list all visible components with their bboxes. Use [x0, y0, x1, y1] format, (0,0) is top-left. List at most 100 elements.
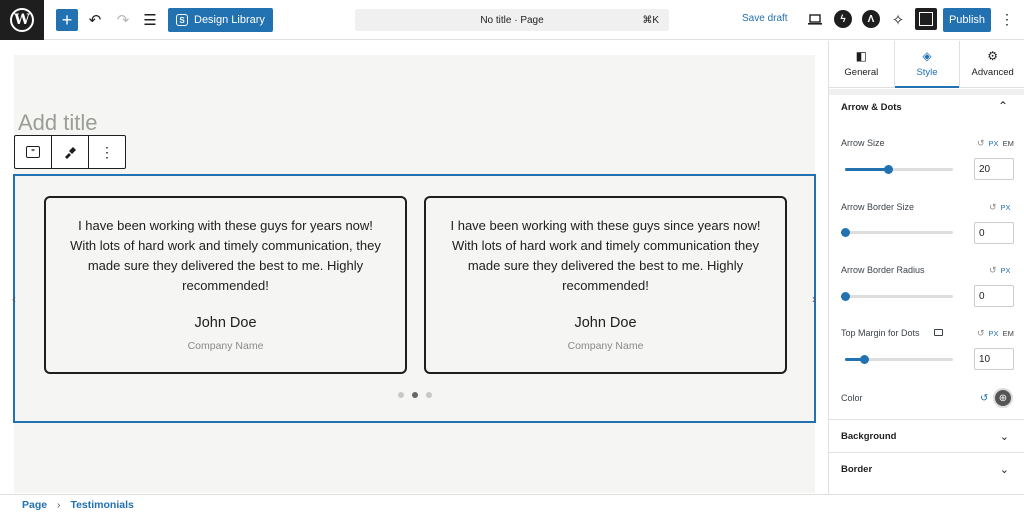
wordpress-icon: W	[10, 8, 34, 32]
arrow-border-radius-input[interactable]: 0	[974, 285, 1014, 307]
post-title-input[interactable]: Add title	[18, 110, 98, 136]
tab-advanced[interactable]: ⚙ Advanced	[960, 41, 1024, 87]
unit-em[interactable]: EM	[1003, 139, 1014, 148]
block-options-button[interactable]: ⋮	[89, 136, 125, 168]
panel-background[interactable]: Background ⌄	[829, 419, 1024, 452]
options-menu-icon[interactable]: ⋮	[1000, 11, 1014, 28]
design-library-label: Design Library	[194, 14, 265, 26]
block-type-button[interactable]: "	[15, 136, 52, 168]
arrow-border-size-slider[interactable]	[841, 228, 953, 237]
slider-thumb[interactable]	[884, 165, 894, 174]
unit-selector[interactable]: ↺ PX EM	[977, 138, 1014, 149]
ai-assistant-button[interactable]: ✧	[887, 9, 909, 31]
testimonial-card: I have been working with these guys sinc…	[424, 196, 787, 374]
slider-thumb[interactable]	[860, 355, 870, 364]
slider-dot[interactable]	[397, 392, 404, 398]
top-margin-dots-input[interactable]: 10	[974, 348, 1014, 370]
breadcrumb-separator: ›	[57, 499, 61, 511]
settings-sidebar: ◧ General ◈ Style ⚙ Advanced Arrow & Dot…	[828, 41, 1024, 494]
unit-px[interactable]: PX	[1001, 203, 1011, 212]
section-title-arrow-dots[interactable]: Arrow & Dots	[841, 102, 902, 113]
save-draft-button[interactable]: Save draft	[742, 13, 788, 24]
lightning-icon: ϟ	[840, 13, 846, 25]
testimonial-company: Company Name	[187, 340, 264, 352]
reset-icon[interactable]: ↺	[977, 328, 985, 339]
redo-icon: ↷	[116, 12, 130, 29]
panel-title: Border	[841, 463, 873, 475]
reset-icon[interactable]: ↺	[989, 265, 997, 276]
top-margin-dots-slider[interactable]	[845, 355, 953, 364]
tab-label: Advanced	[971, 67, 1014, 78]
design-library-icon: S	[176, 14, 188, 26]
chevron-down-icon: ⌄	[999, 463, 1009, 476]
arrow-border-size-input[interactable]: 0	[974, 222, 1014, 244]
arrow-size-input[interactable]: 20	[974, 158, 1014, 180]
brush-icon	[65, 147, 76, 159]
document-title-command-bar[interactable]: No title · Page ⌘K	[355, 9, 669, 31]
slider-dot-active[interactable]	[411, 392, 418, 398]
slider-thumb[interactable]	[841, 292, 850, 301]
tab-style[interactable]: ◈ Style	[893, 41, 961, 88]
tab-label: Style	[916, 67, 938, 78]
add-block-button[interactable]: +	[56, 9, 78, 31]
performance-plugin-button[interactable]: ϟ	[834, 10, 852, 28]
paint-bucket-icon: ◈	[922, 49, 932, 63]
testimonial-company: Company Name	[567, 340, 644, 352]
preview-button[interactable]	[804, 9, 826, 31]
reset-icon[interactable]: ↺	[977, 138, 985, 149]
redo-button[interactable]: ↷	[112, 9, 134, 31]
tab-general[interactable]: ◧ General	[829, 41, 894, 87]
plus-icon: +	[61, 10, 73, 30]
panel-divider	[829, 89, 1024, 95]
unit-px[interactable]: PX	[989, 329, 999, 338]
wordpress-logo-button[interactable]: W	[0, 0, 44, 40]
panel-border[interactable]: Border ⌄	[829, 452, 1024, 485]
unit-selector[interactable]: ↺ PX EM	[977, 328, 1014, 339]
settings-sidebar-toggle[interactable]	[915, 8, 937, 30]
style-copy-button[interactable]	[52, 136, 89, 168]
astra-icon: Λ	[867, 13, 875, 25]
reset-icon[interactable]: ↺	[980, 393, 988, 404]
editor-top-bar: W + ↶ ↷ ☰ S Design Library No title · Pa…	[0, 0, 1024, 40]
slider-dot[interactable]	[425, 392, 432, 398]
testimonial-quote: I have been working with these guys for …	[70, 218, 381, 293]
slider-dots	[15, 392, 814, 398]
breadcrumb-item-testimonials[interactable]: Testimonials	[70, 499, 133, 511]
slider-prev-arrow-icon[interactable]: ‹	[12, 292, 16, 306]
layout-icon: ◧	[855, 49, 867, 63]
unit-px[interactable]: PX	[1001, 266, 1011, 275]
chevron-up-icon[interactable]: ⌃	[998, 99, 1008, 113]
control-label: Arrow Size	[841, 138, 885, 148]
testimonial-card: I have been working with these guys for …	[44, 196, 407, 374]
testimonial-slider-block[interactable]: I have been working with these guys for …	[12, 174, 816, 423]
control-label: Top Margin for Dots	[841, 328, 920, 338]
reset-icon[interactable]: ↺	[989, 202, 997, 213]
panel-title: Background	[841, 430, 897, 442]
color-picker-button[interactable]: ⊕	[993, 388, 1013, 408]
slider-thumb[interactable]	[841, 228, 850, 237]
slider-next-arrow-icon[interactable]: ›	[812, 292, 816, 306]
chevron-down-icon: ⌄	[999, 430, 1009, 443]
sparkles-icon: ✧	[891, 12, 905, 29]
publish-button[interactable]: Publish	[943, 8, 991, 32]
globe-icon: ⊕	[998, 392, 1008, 404]
arrow-border-radius-slider[interactable]	[841, 292, 953, 301]
command-shortcut: ⌘K	[642, 14, 659, 26]
breadcrumb: Page › Testimonials	[0, 494, 1024, 515]
undo-icon: ↶	[88, 12, 102, 29]
gear-icon: ⚙	[987, 49, 999, 63]
unit-px[interactable]: PX	[989, 139, 999, 148]
testimonial-name: John Doe	[574, 315, 637, 331]
desktop-device-icon[interactable]	[934, 329, 943, 336]
undo-button[interactable]: ↶	[84, 9, 106, 31]
design-library-button[interactable]: S Design Library	[168, 8, 273, 32]
document-overview-button[interactable]: ☰	[139, 9, 161, 31]
testimonial-name: John Doe	[194, 315, 257, 331]
arrow-size-slider[interactable]	[845, 165, 953, 174]
unit-selector[interactable]: ↺ PX	[989, 265, 1011, 276]
unit-em[interactable]: EM	[1003, 329, 1014, 338]
astra-plugin-button[interactable]: Λ	[862, 10, 880, 28]
more-vertical-icon: ⋮	[100, 143, 114, 160]
breadcrumb-item-page[interactable]: Page	[22, 499, 47, 511]
unit-selector[interactable]: ↺ PX	[989, 202, 1011, 213]
